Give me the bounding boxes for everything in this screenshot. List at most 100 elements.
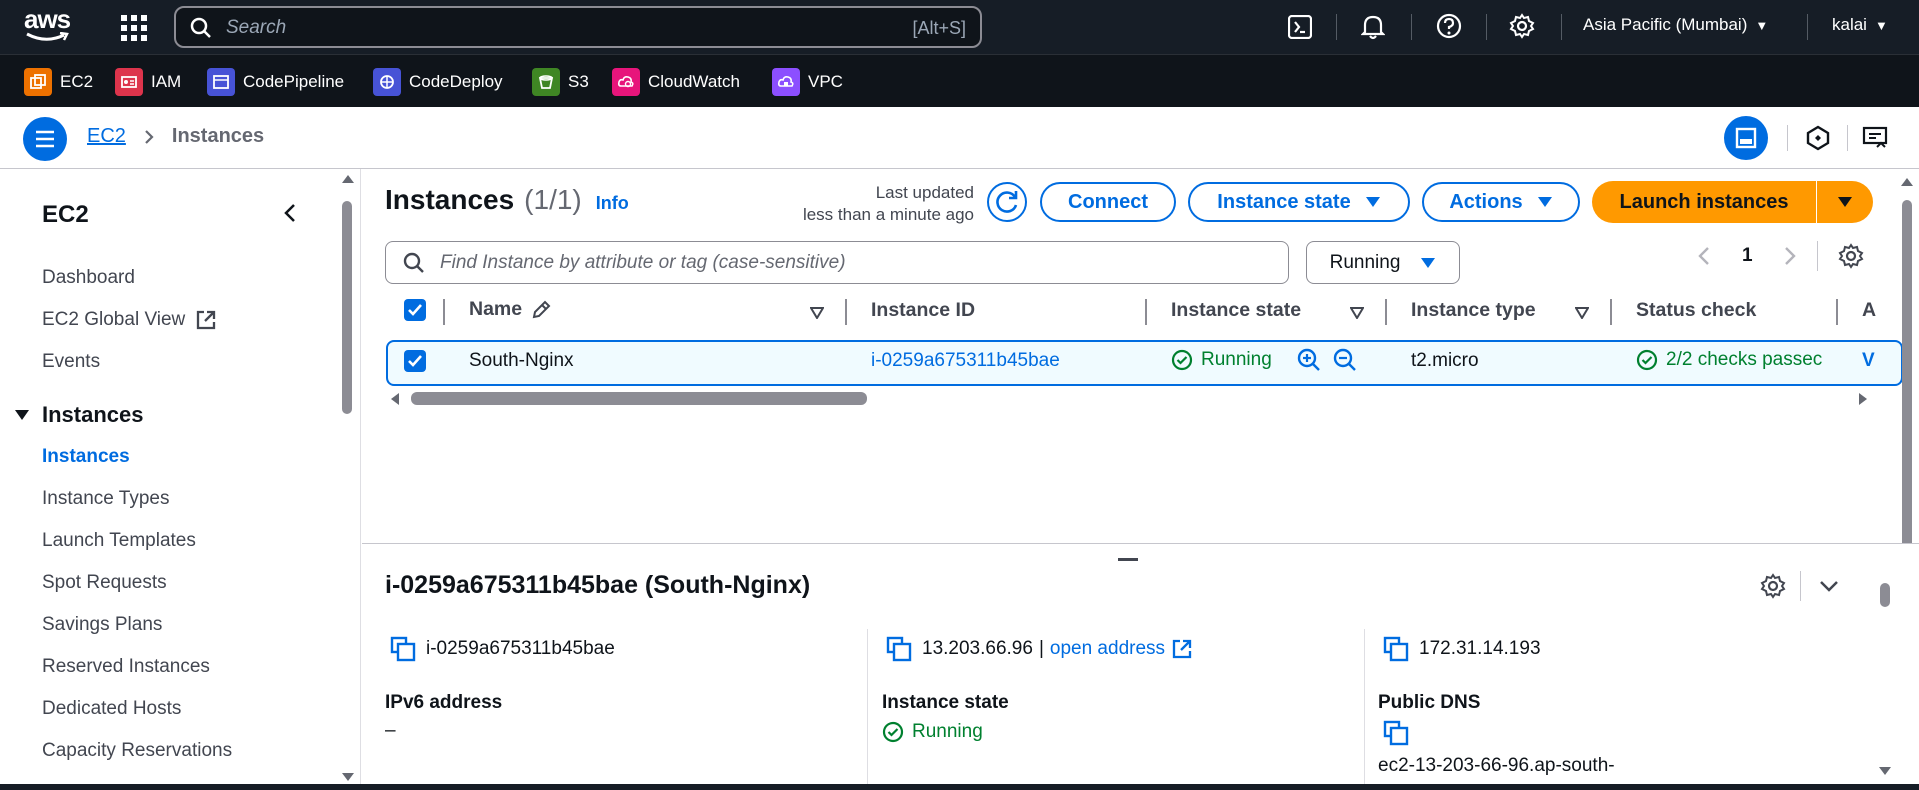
favorite-codedeploy[interactable]: CodeDeploy (373, 68, 503, 96)
sidebar-item-launch-templates[interactable]: Launch Templates (42, 530, 196, 552)
open-address-link[interactable]: open address (1050, 638, 1165, 660)
sidebar-item-dedicated-hosts[interactable]: Dedicated Hosts (42, 698, 181, 720)
connect-button[interactable]: Connect (1040, 182, 1176, 222)
external-link-icon[interactable] (1171, 638, 1193, 660)
side-nav-toggle-button[interactable] (23, 117, 67, 161)
details-scrollbar[interactable] (1877, 575, 1893, 785)
column-divider[interactable] (1145, 299, 1147, 325)
sort-caret-icon[interactable] (1350, 307, 1364, 319)
scrollbar-thumb[interactable] (342, 201, 352, 414)
scroll-left-arrow-icon[interactable] (391, 393, 399, 405)
scrollbar-thumb[interactable] (1902, 200, 1912, 574)
select-all-checkbox[interactable] (404, 299, 426, 321)
iam-service-icon (115, 68, 143, 96)
favorites-bar: EC2 IAM CodePipeline CodeDeploy S3 Cloud… (0, 54, 1919, 107)
sidebar-item-instance-types[interactable]: Instance Types (42, 488, 169, 510)
favorite-iam[interactable]: IAM (115, 68, 181, 96)
scrollbar-thumb[interactable] (1880, 583, 1890, 607)
scroll-down-arrow-icon[interactable] (1879, 767, 1891, 775)
split-panel-toggle-button[interactable] (1724, 116, 1768, 160)
feedback-icon[interactable] (1862, 125, 1888, 151)
column-divider[interactable] (845, 299, 847, 325)
collapse-panel-button[interactable] (1818, 578, 1840, 594)
account-menu[interactable]: kalai ▼ (1832, 15, 1888, 35)
actions-dropdown[interactable]: Actions (1422, 182, 1580, 222)
divider (1847, 125, 1848, 151)
sidebar-item-reserved-instances[interactable]: Reserved Instances (42, 656, 210, 678)
breadcrumb-bar: EC2 Instances (0, 107, 1919, 169)
sort-caret-icon[interactable] (1575, 307, 1589, 319)
amazon-q-icon[interactable] (1805, 125, 1831, 151)
column-divider[interactable] (443, 299, 445, 325)
sidebar-item-ec2-global-view[interactable]: EC2 Global View (42, 309, 217, 331)
column-header-instance-state[interactable]: Instance state (1171, 299, 1301, 322)
column-header-instance-id[interactable]: Instance ID (871, 299, 975, 322)
scroll-up-arrow-icon[interactable] (342, 175, 354, 183)
refresh-button[interactable] (987, 182, 1027, 222)
table-preferences-gear-icon[interactable] (1838, 243, 1864, 269)
column-header-instance-type[interactable]: Instance type (1411, 299, 1536, 322)
copy-icon[interactable] (886, 636, 912, 662)
favorite-ec2[interactable]: EC2 (24, 68, 93, 96)
region-selector[interactable]: Asia Pacific (Mumbai) ▼ (1583, 15, 1768, 35)
sidebar-item-savings-plans[interactable]: Savings Plans (42, 614, 162, 636)
scroll-up-arrow-icon[interactable] (1901, 178, 1913, 186)
sidebar-item-spot-requests[interactable]: Spot Requests (42, 572, 167, 594)
info-link[interactable]: Info (596, 193, 629, 214)
copy-icon[interactable] (390, 636, 416, 662)
favorite-label: CloudWatch (648, 72, 740, 91)
column-divider[interactable] (1610, 299, 1612, 325)
filter-input[interactable]: Find Instance by attribute or tag (case-… (385, 241, 1289, 284)
row-checkbox[interactable] (404, 350, 426, 372)
instance-state-label: Instance state (1217, 190, 1351, 213)
settings-gear-icon[interactable] (1509, 13, 1535, 39)
search-input[interactable]: Search [Alt+S] (174, 6, 982, 48)
state-filter-select[interactable]: Running (1306, 241, 1460, 284)
favorite-codepipeline[interactable]: CodePipeline (207, 68, 344, 96)
instance-state-dropdown[interactable]: Instance state (1188, 182, 1410, 222)
horizontal-scrollbar-thumb[interactable] (411, 392, 867, 405)
launch-instances-button[interactable]: Launch instances (1592, 181, 1816, 223)
sidebar-item-dashboard[interactable]: Dashboard (42, 267, 135, 289)
notifications-bell-icon[interactable] (1361, 14, 1385, 40)
sidebar-section-instances[interactable]: Instances (14, 402, 144, 428)
launch-options-dropdown[interactable] (1817, 181, 1873, 223)
favorite-cloudwatch[interactable]: CloudWatch (612, 68, 740, 96)
separator: | (1038, 638, 1044, 659)
scroll-down-arrow-icon[interactable] (342, 773, 354, 781)
split-panel-resize-handle[interactable] (1118, 558, 1138, 561)
column-header-name[interactable]: Name (469, 298, 552, 321)
details-preferences-gear-icon[interactable] (1760, 573, 1786, 599)
zoom-in-icon[interactable] (1297, 348, 1321, 372)
help-icon[interactable] (1436, 13, 1462, 39)
sidebar-scrollbar[interactable] (340, 175, 354, 781)
sort-caret-icon[interactable] (810, 307, 824, 319)
favorite-s3[interactable]: S3 (532, 68, 589, 96)
last-updated-label: Last updated (875, 183, 974, 202)
zoom-out-icon[interactable] (1333, 348, 1357, 372)
breadcrumb-ec2-link[interactable]: EC2 (87, 125, 126, 148)
refresh-icon (996, 191, 1018, 213)
column-divider[interactable] (1385, 299, 1387, 325)
next-page-button[interactable] (1783, 245, 1797, 267)
sidebar-item-events[interactable]: Events (42, 351, 100, 373)
column-header-status-check[interactable]: Status check (1636, 299, 1756, 322)
column-header-truncated[interactable]: A (1862, 299, 1876, 322)
aws-logo[interactable]: aws (24, 6, 74, 46)
services-grid-icon[interactable] (121, 15, 147, 41)
search-shortcut: [Alt+S] (912, 18, 966, 38)
column-divider[interactable] (1836, 299, 1838, 325)
copy-icon[interactable] (1383, 636, 1409, 662)
previous-page-button[interactable] (1697, 245, 1711, 267)
sidebar-item-instances[interactable]: Instances (42, 446, 130, 468)
breadcrumb-current: Instances (171, 125, 265, 147)
row-instance-id-link[interactable]: i-0259a675311b45bae (871, 350, 1060, 372)
page-number[interactable]: 1 (1742, 245, 1753, 267)
close-sidebar-button[interactable] (282, 202, 298, 224)
sidebar-item-capacity-reservations[interactable]: Capacity Reservations (42, 740, 232, 762)
scroll-right-arrow-icon[interactable] (1859, 393, 1867, 405)
row-truncated-link[interactable]: V (1862, 350, 1875, 372)
cloudshell-icon[interactable] (1288, 15, 1312, 39)
favorite-vpc[interactable]: VPC (772, 68, 843, 96)
public-dns-copy-icon[interactable] (1383, 720, 1409, 746)
